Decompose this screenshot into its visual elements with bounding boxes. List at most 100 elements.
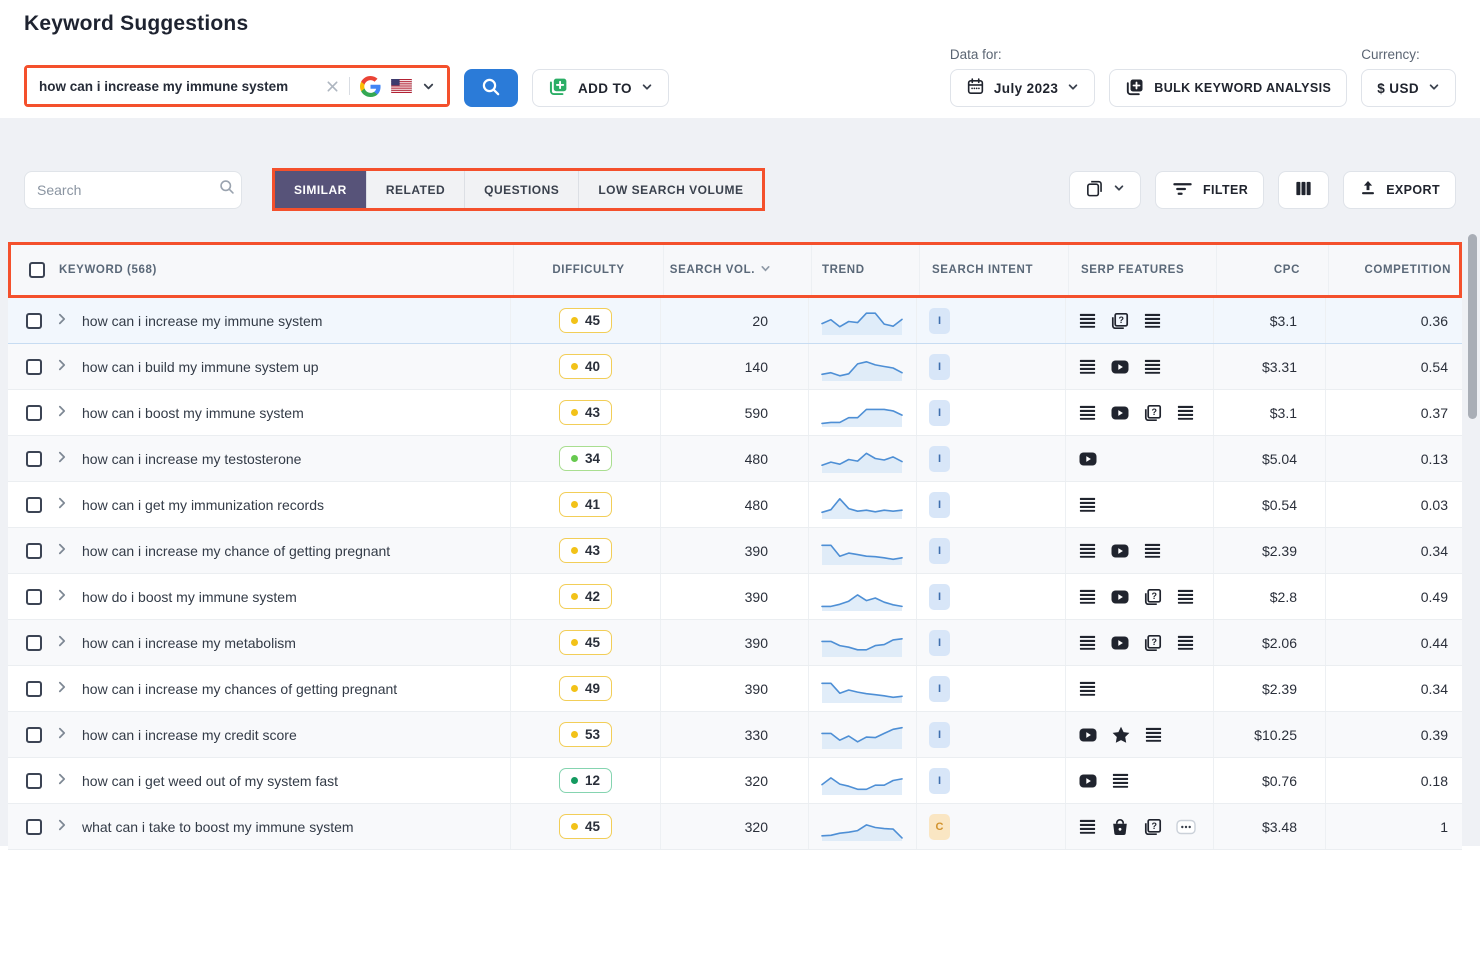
- difficulty-badge: 43: [558, 538, 613, 563]
- tab-low-search-volume[interactable]: LOW SEARCH VOLUME: [579, 171, 763, 208]
- column-keyword[interactable]: KEYWORD (568): [59, 264, 157, 276]
- serp-features-cell: [1065, 344, 1213, 389]
- column-trend[interactable]: TREND: [811, 245, 919, 295]
- serp-features-cell: ?: [1065, 804, 1213, 849]
- difficulty-value: 43: [584, 405, 601, 420]
- keyword-text[interactable]: how do i boost my immune system: [82, 589, 297, 605]
- export-button[interactable]: EXPORT: [1343, 170, 1456, 209]
- date-dropdown[interactable]: July 2023: [949, 69, 1096, 107]
- difficulty-value: 40: [584, 359, 601, 374]
- cpc-value: $5.04: [1213, 436, 1325, 481]
- expand-chevron-icon[interactable]: [55, 450, 69, 467]
- difficulty-value: 34: [584, 451, 601, 466]
- search-volume-value: 480: [660, 482, 808, 527]
- expand-chevron-icon[interactable]: [55, 358, 69, 375]
- expand-chevron-icon[interactable]: [55, 496, 69, 513]
- row-checkbox[interactable]: [26, 818, 42, 835]
- select-all-checkbox[interactable]: [29, 262, 45, 278]
- expand-chevron-icon[interactable]: [55, 726, 69, 743]
- sort-chevron-icon[interactable]: [760, 263, 771, 277]
- search-intent-badge: I: [929, 629, 950, 656]
- tab-questions[interactable]: QUESTIONS: [465, 171, 580, 208]
- column-competition[interactable]: COMPETITION: [1328, 245, 1465, 295]
- search-volume-value: 480: [660, 436, 808, 481]
- keyword-text[interactable]: how can i increase my metabolism: [82, 635, 296, 651]
- video-icon: [1110, 587, 1130, 607]
- expand-chevron-icon[interactable]: [55, 818, 69, 835]
- search-button[interactable]: [464, 69, 518, 107]
- date-value: July 2023: [993, 80, 1059, 96]
- column-cpc[interactable]: CPC: [1216, 245, 1328, 295]
- tab-related[interactable]: RELATED: [366, 171, 466, 208]
- row-checkbox[interactable]: [26, 496, 42, 513]
- difficulty-value: 53: [584, 727, 601, 742]
- shopping-icon: [1110, 817, 1130, 837]
- column-search-intent[interactable]: SEARCH INTENT: [919, 245, 1068, 295]
- search-intent-badge: C: [929, 813, 950, 840]
- search-volume-value: 140: [660, 344, 808, 389]
- row-checkbox[interactable]: [26, 588, 42, 605]
- filter-button[interactable]: FILTER: [1154, 170, 1265, 209]
- keyword-text[interactable]: how can i boost my immune system: [82, 405, 304, 421]
- column-search-volume[interactable]: SEARCH VOL.: [670, 264, 755, 276]
- cpc-value: $2.06: [1213, 620, 1325, 665]
- difficulty-value: 45: [584, 819, 601, 834]
- keyword-text[interactable]: how can i increase my immune system: [82, 313, 322, 329]
- expand-chevron-icon[interactable]: [55, 634, 69, 651]
- copy-icon: [1085, 179, 1104, 201]
- column-difficulty[interactable]: DIFFICULTY: [513, 245, 663, 295]
- expand-chevron-icon[interactable]: [55, 772, 69, 789]
- row-checkbox[interactable]: [26, 450, 42, 467]
- competition-value: 0.37: [1325, 390, 1462, 435]
- expand-chevron-icon[interactable]: [55, 680, 69, 697]
- columns-button[interactable]: [1278, 170, 1330, 209]
- row-checkbox[interactable]: [26, 634, 42, 651]
- currency-dropdown[interactable]: $ USD: [1361, 69, 1456, 107]
- region-dropdown-chevron-icon[interactable]: [422, 80, 435, 93]
- main-panel: SIMILARRELATEDQUESTIONSLOW SEARCH VOLUME…: [0, 118, 1480, 850]
- featured-snippet-icon: [1143, 541, 1162, 560]
- expand-chevron-icon[interactable]: [55, 404, 69, 421]
- copy-dropdown-button[interactable]: [1068, 170, 1141, 209]
- tab-similar[interactable]: SIMILAR: [275, 171, 367, 208]
- filter-label: FILTER: [1202, 182, 1249, 197]
- row-checkbox[interactable]: [26, 542, 42, 559]
- row-checkbox[interactable]: [26, 312, 42, 329]
- scrollbar-track: [1466, 218, 1479, 962]
- row-checkbox[interactable]: [26, 358, 42, 375]
- keyword-text[interactable]: how can i increase my chance of getting …: [82, 543, 390, 559]
- table-search-box: [24, 170, 242, 209]
- cpc-value: $3.31: [1213, 344, 1325, 389]
- row-checkbox[interactable]: [26, 680, 42, 697]
- difficulty-badge: 45: [558, 630, 613, 655]
- difficulty-badge: 40: [558, 354, 613, 379]
- keyword-text[interactable]: how can i build my immune system up: [82, 359, 319, 375]
- bulk-plus-icon: [1125, 77, 1145, 100]
- keyword-text[interactable]: how can i get weed out of my system fast: [82, 773, 338, 789]
- row-checkbox[interactable]: [26, 404, 42, 421]
- keyword-search-input[interactable]: [39, 78, 326, 94]
- row-checkbox[interactable]: [26, 772, 42, 789]
- keyword-text[interactable]: how can i get my immunization records: [82, 497, 324, 513]
- search-volume-value: 590: [660, 390, 808, 435]
- keyword-text[interactable]: what can i take to boost my immune syste…: [82, 819, 354, 835]
- table-search-input[interactable]: [37, 181, 218, 198]
- add-to-button[interactable]: ADD TO: [532, 69, 669, 107]
- difficulty-value: 45: [584, 635, 601, 650]
- trend-sparkline: [808, 390, 916, 435]
- table-header-annotation: KEYWORD (568) DIFFICULTY SEARCH VOL. TRE…: [8, 242, 1462, 298]
- scrollbar-thumb[interactable]: [1468, 234, 1477, 419]
- expand-chevron-icon[interactable]: [55, 542, 69, 559]
- difficulty-dot: [570, 455, 578, 462]
- clear-icon[interactable]: [326, 80, 339, 93]
- keyword-text[interactable]: how can i increase my credit score: [82, 727, 297, 743]
- keyword-text[interactable]: how can i increase my testosterone: [82, 451, 301, 467]
- row-checkbox[interactable]: [26, 726, 42, 743]
- competition-value: 0.34: [1325, 528, 1462, 573]
- expand-chevron-icon[interactable]: [55, 312, 69, 329]
- column-serp-features[interactable]: SERP FEATURES: [1068, 245, 1216, 295]
- keyword-text[interactable]: how can i increase my chances of getting…: [82, 681, 397, 697]
- difficulty-dot: [570, 409, 578, 416]
- bulk-keyword-analysis-button[interactable]: BULK KEYWORD ANALYSIS: [1109, 69, 1348, 107]
- expand-chevron-icon[interactable]: [55, 588, 69, 605]
